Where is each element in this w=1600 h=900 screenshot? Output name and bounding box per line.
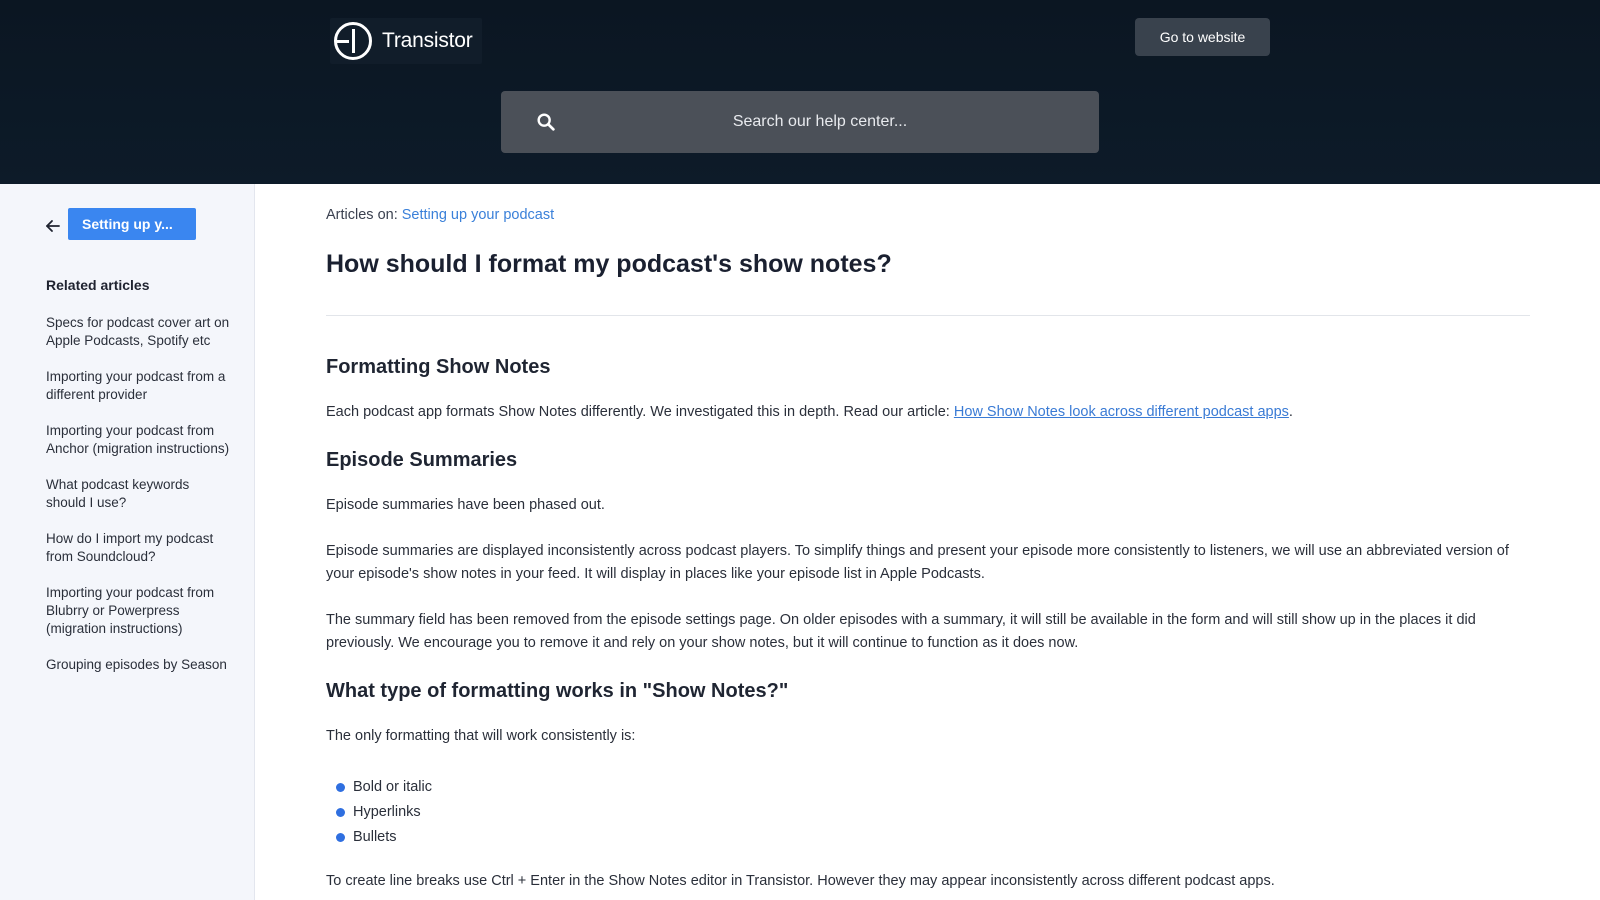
section-heading-formatting-types: What type of formatting works in "Show N… [326, 680, 789, 702]
list-item-text: Hyperlinks [353, 804, 421, 820]
bullet-dot-icon [336, 808, 345, 817]
related-article-link[interactable]: Grouping episodes by Season [46, 656, 232, 674]
related-article-link[interactable]: Importing your podcast from Anchor (migr… [46, 422, 232, 458]
search-input[interactable] [561, 91, 1079, 153]
list-item: Hyperlinks [336, 800, 432, 825]
bullet-dot-icon [336, 833, 345, 842]
site-header: Transistor Go to website [0, 0, 1600, 184]
related-article-link[interactable]: Importing your podcast from a different … [46, 368, 232, 404]
section-paragraph: The summary field has been removed from … [326, 612, 1476, 651]
bullet-dot-icon [336, 783, 345, 792]
section-heading-formatting: Formatting Show Notes [326, 356, 551, 378]
list-item: Bold or italic [336, 775, 432, 800]
go-to-website-button[interactable]: Go to website [1135, 18, 1270, 56]
sidebar: Setting up y... Related articles Specs f… [0, 184, 255, 900]
paragraph-end: . [1288, 404, 1293, 420]
breadcrumb-prefix: Articles on: [326, 207, 402, 223]
transistor-logo-icon [334, 22, 372, 60]
category-chip[interactable]: Setting up y... [68, 208, 196, 240]
formatting-bullet-list: Bold or italic Hyperlinks Bullets [336, 775, 432, 850]
related-articles-list: Specs for podcast cover art on Apple Pod… [46, 314, 232, 692]
breadcrumb: Articles on: Setting up your podcast [326, 207, 554, 223]
search-icon [537, 113, 555, 131]
section-paragraph: Episode summaries are displayed inconsis… [326, 543, 1509, 582]
help-search-bar[interactable] [501, 91, 1099, 153]
section-paragraph: Episode summaries have been phased out. [326, 497, 605, 513]
list-item-text: Bold or italic [353, 779, 432, 795]
related-article-link[interactable]: Specs for podcast cover art on Apple Pod… [46, 314, 232, 350]
transistor-logo[interactable]: Transistor [330, 18, 482, 64]
section-heading-episode-summaries: Episode Summaries [326, 449, 518, 471]
breadcrumb-category-link[interactable]: Setting up your podcast [402, 207, 554, 223]
related-article-link[interactable]: Importing your podcast from Blubrry or P… [46, 584, 232, 638]
related-article-link[interactable]: How do I import my podcast from Soundclo… [46, 530, 232, 566]
article-title: How should I format my podcast's show no… [326, 250, 892, 278]
arrow-left-icon[interactable] [44, 217, 62, 235]
title-divider [326, 315, 1530, 316]
logo-text: Transistor [382, 29, 473, 52]
show-notes-article-link[interactable]: How Show Notes look across different pod… [954, 404, 1289, 420]
list-item-text: Bullets [353, 829, 397, 845]
section-paragraph: Each podcast app formats Show Notes diff… [326, 401, 1530, 424]
paragraph-text: Each podcast app formats Show Notes diff… [326, 404, 954, 420]
related-article-link[interactable]: What podcast keywords should I use? [46, 476, 232, 512]
related-articles-heading: Related articles [46, 277, 150, 293]
list-item: Bullets [336, 825, 432, 850]
section-paragraph: The only formatting that will work consi… [326, 728, 636, 744]
section-paragraph: To create line breaks use Ctrl + Enter i… [326, 873, 1275, 889]
